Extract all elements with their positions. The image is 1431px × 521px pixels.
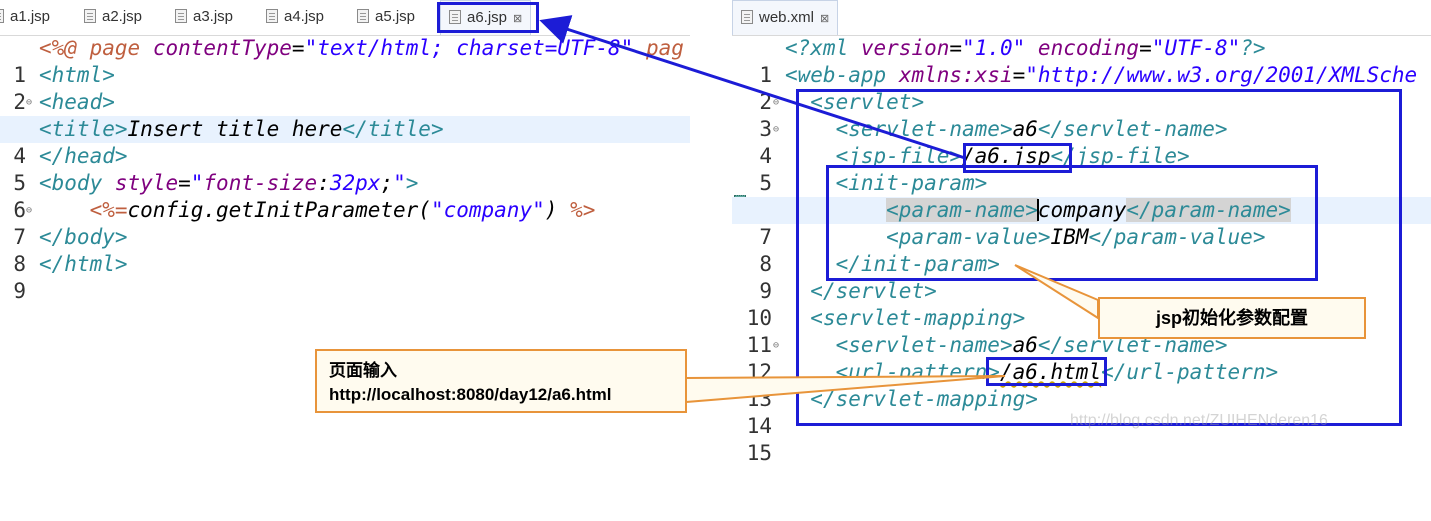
arrow-jsp-file-to-tab — [539, 15, 966, 160]
callout-pointer-init-param — [1014, 264, 1099, 320]
watermark: http://blog.csdn.net/ZUIHENderen16 — [1070, 412, 1328, 429]
callout-pointer-url — [685, 375, 1006, 404]
callout-init-param-note: jsp初始化参数配置 — [1098, 297, 1366, 339]
callout-url-note: 页面输入 http://localhost:8080/day12/a6.html — [315, 349, 687, 413]
annotation-arrows — [539, 15, 1099, 404]
